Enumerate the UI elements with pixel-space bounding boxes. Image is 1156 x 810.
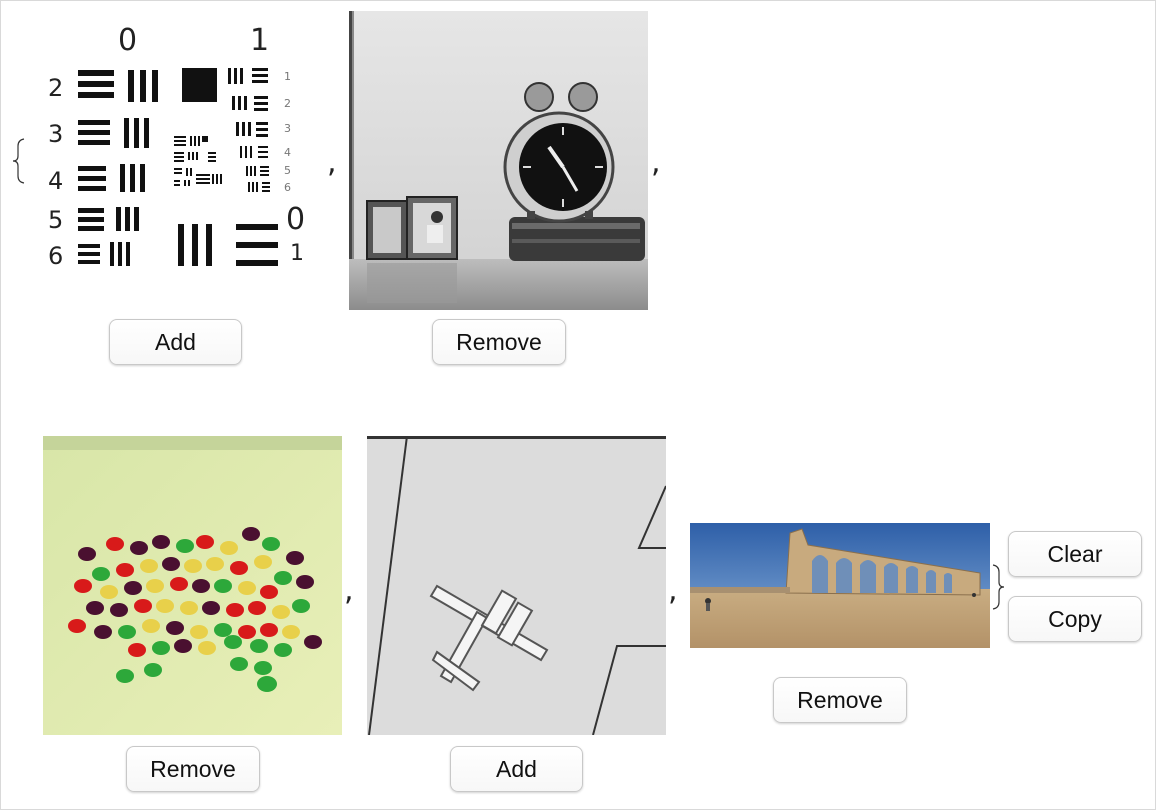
svg-text:5: 5 xyxy=(48,206,63,234)
clear-button[interactable]: Clear xyxy=(1008,531,1142,577)
remove-button[interactable]: Remove xyxy=(432,319,566,365)
svg-text:1: 1 xyxy=(284,70,291,83)
group-label-1: 1 xyxy=(250,23,269,58)
group-label-0: 0 xyxy=(118,23,137,58)
svg-text:2: 2 xyxy=(284,97,291,110)
list-separator-comma: , xyxy=(651,145,661,180)
list-separator-comma: , xyxy=(327,145,337,180)
add-button[interactable]: Add xyxy=(109,319,242,365)
svg-text:0: 0 xyxy=(286,202,305,237)
ruins-panorama-image xyxy=(690,523,990,648)
copy-button[interactable]: Copy xyxy=(1008,596,1142,642)
svg-text:2: 2 xyxy=(48,74,63,102)
jellybeans-image xyxy=(43,436,342,735)
svg-text:1: 1 xyxy=(290,241,304,266)
remove-button[interactable]: Remove xyxy=(126,746,260,792)
list-separator-comma: , xyxy=(668,573,678,608)
list-separator-comma: , xyxy=(344,573,354,608)
resolution-chart-image: 0 1 2 3 4 5 6 1 2 3 4 5 6 0 1 xyxy=(40,14,310,284)
svg-text:4: 4 xyxy=(284,146,291,159)
svg-text:3: 3 xyxy=(48,120,63,148)
add-button[interactable]: Add xyxy=(450,746,583,792)
svg-text:5: 5 xyxy=(284,164,291,177)
list-open-brace xyxy=(12,138,25,184)
airplane-image xyxy=(367,436,666,735)
remove-button[interactable]: Remove xyxy=(773,677,907,723)
svg-text:4: 4 xyxy=(48,167,63,195)
svg-text:3: 3 xyxy=(284,122,291,135)
svg-text:6: 6 xyxy=(284,181,291,194)
svg-text:6: 6 xyxy=(48,242,63,270)
alarm-clock-image xyxy=(349,11,648,310)
list-close-brace xyxy=(992,564,1005,610)
